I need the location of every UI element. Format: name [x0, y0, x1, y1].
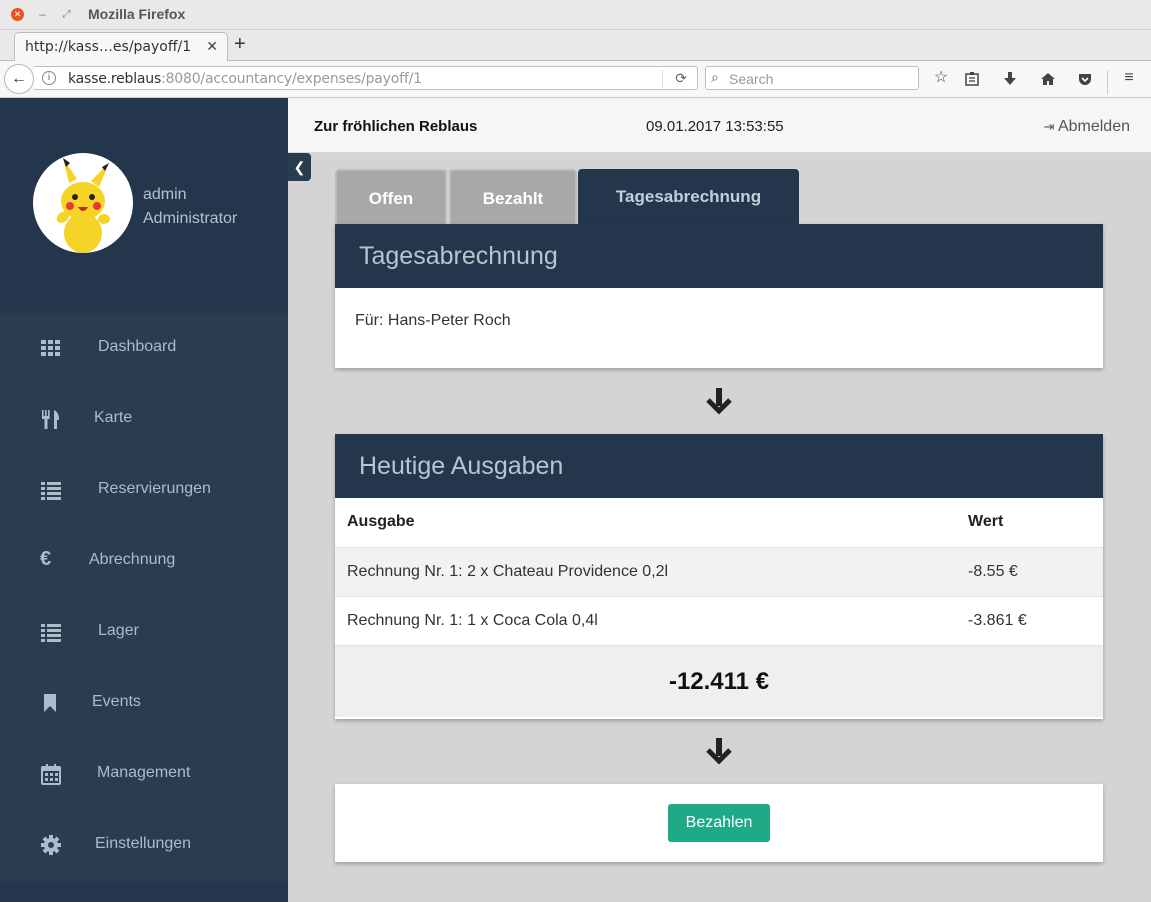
sidebar-collapse-button[interactable]: ❮: [288, 153, 311, 181]
logout-label: Abmelden: [1057, 118, 1130, 135]
browser-nav-bar: ← i kasse.reblaus:8080/accountancy/expen…: [0, 61, 1151, 98]
brand-name: Zur fröhlichen Reblaus: [314, 118, 478, 135]
app-header: Zur fröhlichen Reblaus 09.01.2017 13:53:…: [288, 98, 1151, 153]
expense-item: Rechnung Nr. 1: 2 x Chateau Providence 0…: [335, 546, 956, 596]
new-tab-icon[interactable]: +: [234, 33, 246, 56]
expense-item: Rechnung Nr. 1: 1 x Coca Cola 0,4l: [335, 595, 956, 645]
sidebar-item-dashboard[interactable]: Dashboard: [0, 313, 288, 384]
window-title: Mozilla Firefox: [88, 6, 186, 22]
browser-title-bar: ✕ – ⤢ Mozilla Firefox: [0, 0, 1151, 30]
bookmark-star-icon[interactable]: ☆: [929, 68, 953, 92]
sidebar-item-karte[interactable]: Karte: [0, 384, 288, 455]
user-role: Administrator: [143, 210, 238, 227]
grid-icon: [41, 340, 60, 356]
tab-bezahlt[interactable]: Bezahlt: [449, 169, 577, 224]
search-input[interactable]: ⌕ Search: [705, 66, 919, 90]
reading-list-icon[interactable]: [960, 68, 984, 92]
sidebar-item-label: Reservierungen: [98, 480, 211, 497]
expenses-table: Ausgabe Wert Rechnung Nr. 1: 2 x Chateau…: [335, 498, 1103, 645]
datetime: 09.01.2017 13:53:55: [646, 118, 784, 135]
bookmark-icon: [44, 694, 56, 712]
cutlery-icon: [42, 410, 59, 429]
url-bar[interactable]: i kasse.reblaus:8080/accountancy/expense…: [34, 66, 698, 90]
sidebar-item-management[interactable]: Management: [0, 739, 288, 810]
gear-icon: [41, 835, 61, 855]
download-icon[interactable]: [998, 68, 1022, 92]
browser-tab[interactable]: http://kass…es/payoff/1 ✕: [14, 32, 228, 62]
sidebar-item-events[interactable]: Events: [0, 668, 288, 739]
avatar: [33, 153, 133, 253]
column-header: Wert: [968, 513, 1004, 531]
search-placeholder: Search: [729, 71, 774, 87]
menu-hamburger-icon[interactable]: ≡: [1117, 68, 1141, 92]
expense-value: -8.55 €: [956, 546, 1103, 596]
table-row: Rechnung Nr. 1: 2 x Chateau Providence 0…: [335, 546, 1103, 596]
chevron-left-icon: ❮: [293, 159, 306, 175]
pikachu-avatar-image: [56, 158, 110, 253]
pay-panel: Bezahlen: [335, 784, 1103, 862]
expenses-panel: Heutige Ausgaben Ausgabe Wert Rechnung N…: [335, 434, 1103, 719]
arrow-down-icon: [706, 388, 732, 415]
tab-close-icon[interactable]: ✕: [206, 38, 218, 55]
calendar-icon: [41, 764, 61, 785]
sidebar-item-label: Einstellungen: [95, 835, 192, 852]
search-icon: ⌕: [711, 69, 719, 85]
browser-tab-title: http://kass…es/payoff/1: [25, 39, 192, 55]
arrow-down-icon: [706, 738, 732, 765]
list-icon: [41, 482, 61, 500]
list-icon: [41, 624, 61, 642]
euro-icon: €: [40, 548, 52, 570]
pocket-icon[interactable]: [1073, 68, 1097, 92]
sidebar: admin Administrator Dashboard Karte Rese…: [0, 98, 288, 902]
column-header: Ausgabe: [347, 513, 415, 531]
reload-icon[interactable]: ⟳: [675, 70, 687, 87]
url-text[interactable]: kasse.reblaus:8080/accountancy/expenses/…: [68, 71, 422, 87]
tab-tagesabrechnung[interactable]: Tagesabrechnung: [578, 169, 799, 224]
sidebar-item-label: Dashboard: [98, 338, 177, 355]
back-arrow-icon[interactable]: ←: [4, 64, 34, 94]
tab-offen[interactable]: Offen: [335, 169, 447, 224]
sidebar-item-label: Management: [97, 764, 191, 781]
sidebar-item-reservierungen[interactable]: Reservierungen: [0, 455, 288, 526]
logout-button[interactable]: ⇥ Abmelden: [1043, 118, 1130, 136]
payoff-panel: Tagesabrechnung Für: Hans-Peter Roch: [335, 224, 1103, 368]
panel-title: Heutige Ausgaben: [335, 434, 1103, 498]
window-minimize-icon[interactable]: –: [36, 8, 49, 21]
window-close-icon[interactable]: ✕: [11, 8, 24, 21]
sidebar-item-einstellungen[interactable]: Einstellungen: [0, 810, 288, 881]
logout-icon: ⇥: [1043, 119, 1058, 134]
window-maximize-icon[interactable]: ⤢: [60, 8, 73, 21]
user-name: admin: [143, 186, 187, 203]
sidebar-item-label: Abrechnung: [89, 551, 176, 568]
table-row: Rechnung Nr. 1: 1 x Coca Cola 0,4l -3.86…: [335, 595, 1103, 645]
expense-value: -3.861 €: [956, 595, 1103, 645]
expenses-total: -12.411 €: [335, 645, 1103, 717]
sidebar-item-label: Lager: [98, 622, 139, 639]
sidebar-item-label: Events: [92, 693, 141, 710]
payoff-recipient: Für: Hans-Peter Roch: [355, 312, 511, 329]
home-icon[interactable]: [1036, 68, 1060, 92]
pay-button[interactable]: Bezahlen: [668, 804, 770, 842]
info-icon[interactable]: i: [42, 71, 56, 85]
sidebar-item-lager[interactable]: Lager: [0, 597, 288, 668]
user-profile: admin Administrator: [0, 98, 288, 313]
sidebar-item-abrechnung[interactable]: € Abrechnung: [0, 526, 288, 597]
panel-title: Tagesabrechnung: [335, 224, 1103, 288]
sidebar-item-label: Karte: [94, 409, 133, 426]
browser-tab-strip: http://kass…es/payoff/1 ✕ +: [0, 30, 1151, 62]
